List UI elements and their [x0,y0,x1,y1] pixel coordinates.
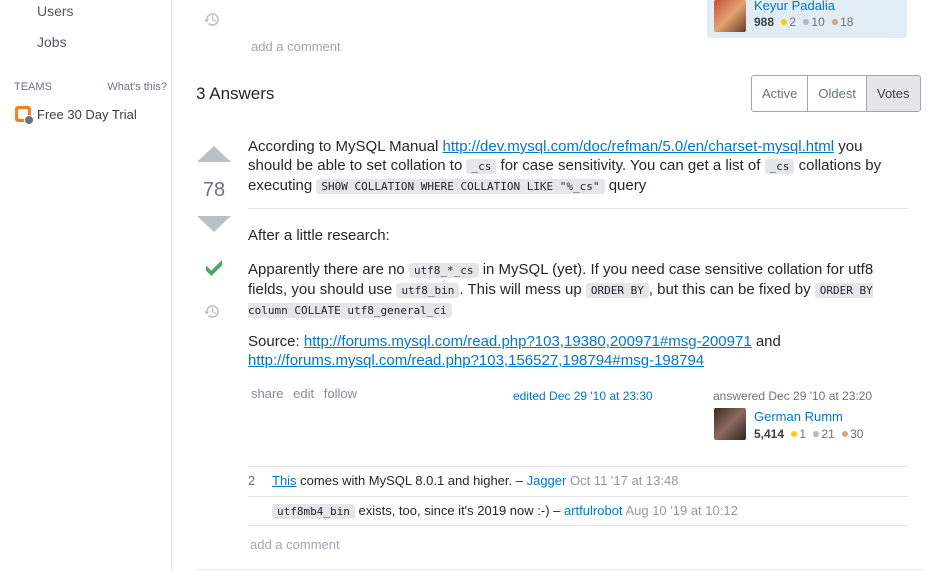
text: query [604,177,647,194]
comment-timestamp[interactable]: Oct 11 '17 at 13:48 [570,473,678,488]
bronze-count: 30 [850,427,864,441]
forum-link-1[interactable]: http://forums.mysql.com/read.php?103,193… [304,333,752,350]
inline-code: _cs [764,159,795,174]
free-trial-link[interactable]: Free 30 Day Trial [15,106,137,125]
divider [248,466,908,467]
teams-icon [15,106,34,125]
bronze-count: 18 [840,15,854,29]
forum-link-2[interactable]: http://forums.mysql.com/read.php?103,156… [248,352,704,369]
tab-votes[interactable]: Votes [865,76,920,111]
comment-user-link[interactable]: artfulrobot [564,503,623,518]
tab-active[interactable]: Active [752,76,808,111]
tab-oldest[interactable]: Oldest [807,76,866,111]
question-history-icon[interactable] [203,10,222,34]
answered-timestamp: answered Dec 29 '10 at 23:20 [713,389,873,403]
silver-count: 21 [821,427,835,441]
sidebar-item-users[interactable]: Users [37,3,74,19]
silver-count: 10 [811,15,825,29]
follow-link[interactable]: follow [324,386,357,401]
gold-count: 1 [799,427,807,441]
author-reputation: 5,414 1 21 30 [754,427,863,441]
inline-code: utf8_*_cs [408,263,479,278]
divider [196,569,923,570]
text: for case sensitivity. You can get a list… [496,157,765,174]
avatar[interactable] [714,0,746,32]
silver-badge-icon [803,19,810,26]
left-sidebar: Users Jobs TEAMS What's this? Free 30 Da… [0,0,172,571]
text: and [751,333,781,350]
bronze-badge-icon [832,19,839,26]
comment-score: 2 [248,473,256,488]
answer-add-comment-link[interactable]: add a comment [250,537,340,552]
edit-link[interactable]: edit [293,386,314,401]
owner-reputation: 988 2 10 18 [754,15,853,29]
share-link[interactable]: share [251,386,284,401]
comment-text: exists, too, since it's 2019 now :-) – [354,503,564,518]
divider [248,496,908,497]
question-add-comment-link[interactable]: add a comment [251,39,341,54]
text: . This will mess up [459,281,586,298]
edited-timestamp-link[interactable]: edited Dec 29 '10 at 23:30 [513,389,653,403]
rep-score: 988 [754,15,775,29]
bronze-badge-icon [842,431,849,438]
gold-count: 2 [789,15,797,29]
inline-code: ORDER BY [585,283,649,298]
answers-count-heading: 3 Answers [196,84,275,103]
gold-badge-icon [791,431,798,438]
comment: utf8mb4_bin exists, too, since it's 2019… [248,503,908,519]
silver-badge-icon [813,431,820,438]
text: Source: [248,333,304,350]
text: Apparently there are no [248,261,409,278]
text: According to MySQL Manual [248,138,443,155]
answer-sort-tabs: Active Oldest Votes [751,75,921,112]
owner-name-link[interactable]: Keyur Padalia [754,0,835,13]
free-trial-label: Free 30 Day Trial [37,106,137,122]
answer-paragraph-2: After a little research: [248,227,390,244]
inline-code: utf8mb4_bin [272,504,355,519]
author-name-link[interactable]: German Rumm [754,409,843,424]
sidebar-item-jobs[interactable]: Jobs [37,34,67,50]
inline-code: utf8_bin [396,283,460,298]
whats-this-link[interactable]: What's this? [107,81,167,93]
avatar[interactable] [714,408,746,440]
inline-code: SHOW COLLATION WHERE COLLATION LIKE "%_c… [316,179,605,194]
text: , but this can be fixed by [648,281,815,298]
comment-text: comes with MySQL 8.0.1 and higher. – [296,473,527,488]
comment-link[interactable]: This [272,473,297,488]
divider [248,208,908,209]
answer-paragraph-3: Apparently there are no utf8_*_cs in MyS… [248,260,908,320]
inline-code: _cs [466,159,497,174]
vote-count: 78 [202,179,226,201]
question-owner-card: Keyur Padalia 988 2 10 18 [707,0,907,38]
answer-paragraph-1: According to MySQL Manual http://dev.mys… [248,137,908,196]
teams-header: TEAMS What's this? [14,81,167,93]
upvote-arrow-icon[interactable] [197,146,231,162]
comment-user-link[interactable]: Jagger [527,473,567,488]
answer-history-icon[interactable] [203,302,222,326]
comment-timestamp[interactable]: Aug 10 '19 at 10:12 [625,503,737,518]
divider [248,525,908,526]
accepted-checkmark-icon [200,256,228,285]
comment: 2 This comes with MySQL 8.0.1 and higher.… [248,473,908,488]
post-menu: share edit follow [251,386,363,401]
mysql-manual-link[interactable]: http://dev.mysql.com/doc/refman/5.0/en/c… [443,138,835,155]
gold-badge-icon [781,19,788,26]
teams-label: TEAMS [14,81,52,93]
answer-paragraph-4: Source: http://forums.mysql.com/read.php… [248,332,908,370]
rep-score: 5,414 [754,427,785,441]
downvote-arrow-icon[interactable] [197,216,231,232]
